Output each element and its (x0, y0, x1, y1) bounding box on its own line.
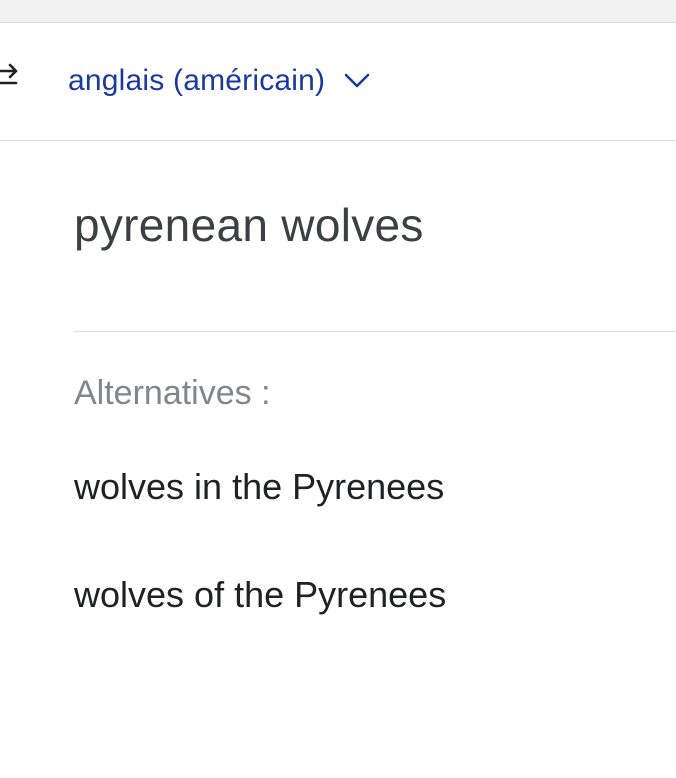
alternative-item[interactable]: wolves in the Pyrenees (74, 466, 444, 508)
chevron-down-icon (343, 71, 371, 91)
alternatives-title: Alternatives : (74, 374, 271, 412)
top-strip (0, 0, 676, 23)
language-bar: anglais (américain) (0, 23, 676, 141)
target-language-label: anglais (américain) (68, 64, 326, 97)
translation-text: pyrenean wolves (74, 199, 424, 251)
target-language-selector[interactable]: anglais (américain) (68, 59, 371, 103)
swap-arrows-icon[interactable] (0, 59, 24, 95)
divider (74, 331, 676, 332)
alternative-item[interactable]: wolves of the Pyrenees (74, 574, 446, 616)
